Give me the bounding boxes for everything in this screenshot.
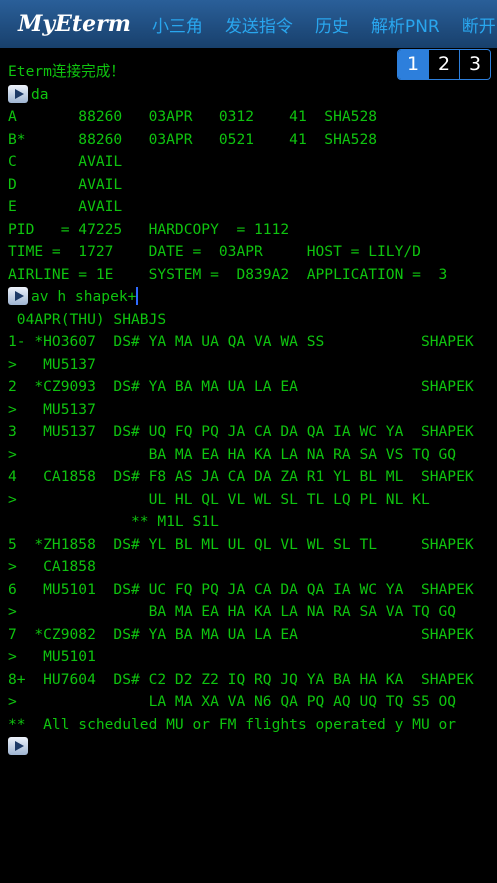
connection-status: Eterm连接完成！ [8, 63, 125, 80]
nav-triangle[interactable]: 小三角 [152, 12, 203, 37]
play-icon[interactable] [8, 84, 28, 103]
result-line: > UL HL QL VL WL SL TL LQ PL NL KL [8, 490, 430, 508]
result-line: > MU5101 [8, 648, 96, 665]
result-line: > BA MA EA HA KA LA NA RA SA VS TQ GQ [8, 445, 457, 463]
result-line: > MU5137 [8, 355, 96, 373]
command-line-da: da [0, 84, 497, 107]
result-line: ** All scheduled MU or FM flights operat… [8, 715, 457, 733]
output-line: B* 88260 03APR 0521 41 SHA528 [8, 130, 378, 148]
result-line: 1- *HO3607 DS# YA MA UA QA VA WA SS SHAP… [8, 333, 474, 350]
play-icon[interactable] [8, 287, 28, 305]
command-text: av h shapek+ [31, 288, 137, 305]
output-line: E AVAIL [8, 198, 123, 215]
result-line: 5 *ZH1858 DS# YL BL ML UL QL VL WL SL TL… [8, 535, 474, 553]
result-line: 8+ HU7604 DS# C2 D2 Z2 IQ RQ JQ YA BA HA… [8, 670, 474, 688]
result-line: ** M1L S1L [8, 513, 219, 530]
terminal-output[interactable]: Eterm连接完成！ da A 88260 03APR 0312 41 SHA5… [0, 61, 497, 883]
top-navigation-bar: MyEterm 小三角 发送指令 历史 解析PNR 断开 [0, 0, 497, 48]
output-line: AIRLINE = 1E SYSTEM = D839A2 APPLICATION… [8, 265, 448, 283]
nav-disconnect[interactable]: 断开 [462, 12, 496, 37]
result-line: 3 MU5137 DS# UQ FQ PQ JA CA DA QA IA WC … [8, 423, 474, 440]
text-cursor [136, 287, 139, 305]
result-line: > BA MA EA HA KA LA NA RA SA VA TQ GQ [8, 603, 457, 620]
nav-history[interactable]: 历史 [315, 12, 349, 37]
output-line: C AVAIL [8, 153, 123, 170]
result-line: 4 CA1858 DS# F8 AS JA CA DA ZA R1 YL BL … [8, 468, 474, 485]
output-line: A 88260 03APR 0312 41 SHA528 [8, 108, 378, 125]
command-text: da [31, 85, 49, 103]
output-line: TIME = 1727 DATE = 03APR HOST = LILY/D [8, 243, 421, 260]
result-line: 2 *CZ9093 DS# YA BA MA UA LA EA SHAPEK [8, 378, 474, 395]
nav-parse-pnr[interactable]: 解析PNR [371, 12, 440, 37]
result-line: > CA1858 [8, 558, 96, 575]
result-line: 7 *CZ9082 DS# YA BA MA UA LA EA SHAPEK [8, 625, 474, 643]
prompt-line [0, 736, 497, 759]
command-line-av: av h shapek+ [0, 286, 497, 309]
app-logo: MyEterm [18, 11, 131, 37]
result-line: > LA MA XA VA N6 QA PQ AQ UQ TQ S5 OQ [8, 693, 457, 710]
result-line: 6 MU5101 DS# UC FQ PQ JA CA DA QA IA WC … [8, 580, 474, 598]
output-line: PID = 47225 HARDCOPY = 1112 [8, 220, 290, 238]
result-line: 04APR(THU) SHABJS [8, 310, 167, 328]
nav-send-command[interactable]: 发送指令 [225, 12, 293, 37]
output-line: D AVAIL [8, 175, 123, 193]
result-line: > MU5137 [8, 400, 96, 418]
play-icon[interactable] [8, 737, 28, 755]
